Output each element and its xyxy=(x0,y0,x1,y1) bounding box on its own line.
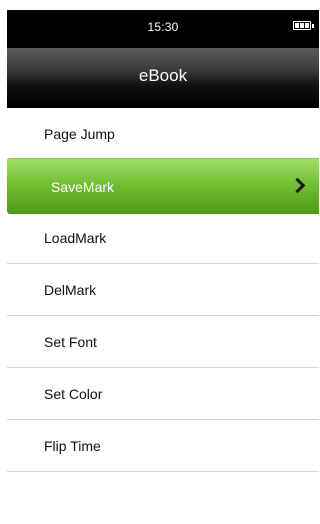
status-bar: 15:30 xyxy=(7,10,319,48)
menu-item-label: SaveMark xyxy=(51,179,115,195)
battery-full-icon xyxy=(293,21,314,30)
battery-cell xyxy=(300,23,304,28)
menu-item-set-color[interactable]: Set Color xyxy=(7,368,319,420)
menu-item-label: Page Jump xyxy=(44,126,115,142)
device-screen: 15:30 eBook Page Jump SaveMark LoadMark … xyxy=(7,10,319,524)
menu-item-label: Set Font xyxy=(44,334,97,350)
menu-item-flip-time[interactable]: Flip Time xyxy=(7,420,319,472)
menu-item-label: LoadMark xyxy=(44,230,107,246)
title-bar: eBook xyxy=(7,48,319,108)
menu-list: Page Jump SaveMark LoadMark DelMark Set … xyxy=(7,108,319,472)
menu-item-page-jump[interactable]: Page Jump xyxy=(7,108,319,160)
page-title: eBook xyxy=(138,66,188,85)
chevron-right-icon xyxy=(289,177,306,194)
menu-item-label: DelMark xyxy=(44,282,97,298)
menu-item-set-font[interactable]: Set Font xyxy=(7,316,319,368)
menu-item-savemark[interactable]: SaveMark xyxy=(7,158,319,214)
menu-item-loadmark[interactable]: LoadMark xyxy=(7,212,319,264)
battery-cell xyxy=(305,23,309,28)
menu-item-delmark[interactable]: DelMark xyxy=(7,264,319,316)
menu-item-label: Flip Time xyxy=(44,438,101,454)
status-time: 15:30 xyxy=(147,20,179,34)
battery-cell xyxy=(295,23,299,28)
menu-item-label: Set Color xyxy=(44,386,103,402)
